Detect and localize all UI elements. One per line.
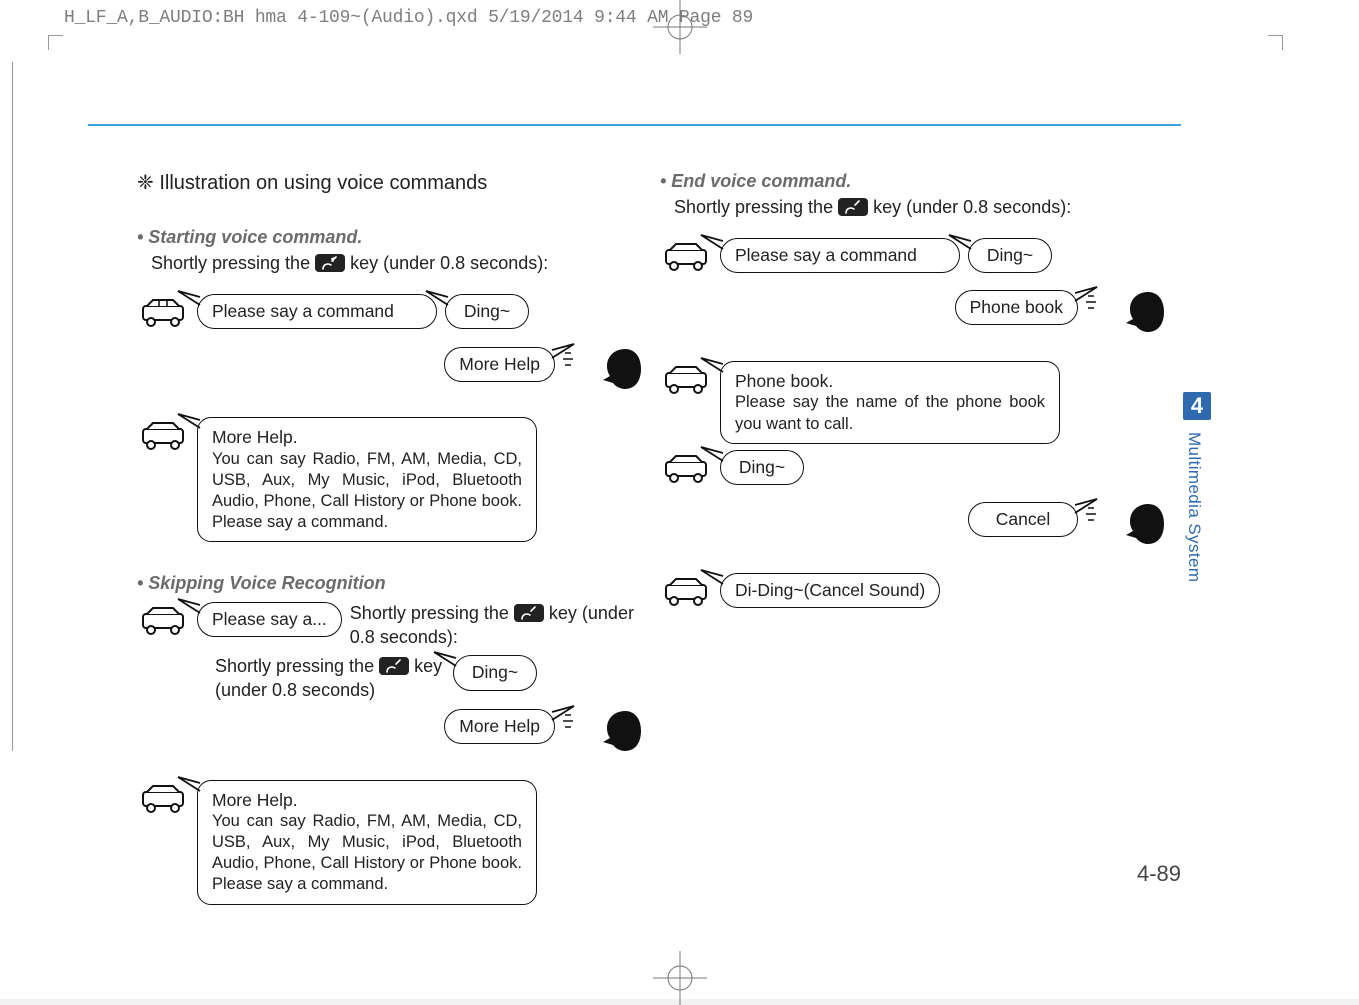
bubble-cancel: Cancel [968, 502, 1078, 537]
txt: You can say Radio, FM, AM, Media, CD, US… [212, 449, 522, 533]
bubble-say-a: Please say a... [197, 602, 342, 637]
txt: You can say Radio, FM, AM, Media, CD, US… [212, 811, 522, 895]
txt: Please say the name of the phone book yo… [735, 392, 1045, 434]
press-key-line-2: Shortly pressing the key (under 0.8 seco… [215, 655, 445, 703]
section-tab: 4 [1183, 392, 1211, 420]
bubble-phonebook-expanded: Phone book. Please say the name of the p… [720, 361, 1060, 444]
bubble-more-help: More Help [444, 347, 555, 382]
bubble-more-help-expanded: More Help. You can say Radio, FM, AM, Me… [197, 780, 537, 905]
talking-head-icon [1118, 290, 1166, 343]
registration-mark-top [653, 0, 707, 54]
bubble-ding: Ding~ [720, 450, 804, 485]
bubble-ding: Ding~ [445, 294, 529, 329]
talking-head-icon [595, 347, 643, 400]
talking-head-icon [595, 709, 643, 762]
left-margin-rule [12, 62, 13, 751]
voice-key-icon [379, 657, 409, 675]
voice-key-icon [838, 198, 868, 216]
crop-header: H_LF_A,B_AUDIO:BH hma 4-109~(Audio).qxd … [64, 8, 753, 28]
blue-divider [88, 124, 1181, 126]
txt: More Help. [212, 789, 522, 811]
voice-key-icon [514, 604, 544, 622]
voice-key-icon [315, 254, 345, 272]
press-key-line: Shortly pressing the key (under 0.8 seco… [674, 196, 1166, 220]
press-key-line: Shortly pressing the key (under 0.8 seco… [350, 602, 643, 650]
bubble-phone-book: Phone book [955, 290, 1078, 325]
press-key-line: Shortly pressing the key (under 0.8 seco… [151, 252, 643, 276]
txt: Shortly pressing the [151, 253, 315, 273]
heading-starting: • Starting voice command. [137, 226, 643, 250]
registration-mark-bottom [653, 951, 707, 1005]
txt: More Help. [212, 426, 522, 448]
txt: key (under 0.8 seconds): [350, 253, 548, 273]
bubble-cancel-sound: Di-Ding~(Cancel Sound) [720, 573, 940, 608]
txt: Phone book. [735, 370, 1045, 392]
bubble-more-help-expanded: More Help. You can say Radio, FM, AM, Me… [197, 417, 537, 542]
heading-end: • End voice command. [660, 170, 1166, 194]
bubble-say-command: Please say a command [720, 238, 960, 273]
heading-skipping: • Skipping Voice Recognition [137, 572, 643, 596]
page-number: 4-89 [1137, 861, 1181, 887]
bubble-more-help: More Help [444, 709, 555, 744]
bubble-ding: Ding~ [453, 655, 537, 690]
bubble-say-command: Please say a command [197, 294, 437, 329]
talking-head-icon [1118, 502, 1166, 555]
side-section-title: Multimedia System [1184, 432, 1214, 587]
intro-line: ❈ Illustration on using voice commands [137, 170, 643, 196]
bubble-ding: Ding~ [968, 238, 1052, 273]
